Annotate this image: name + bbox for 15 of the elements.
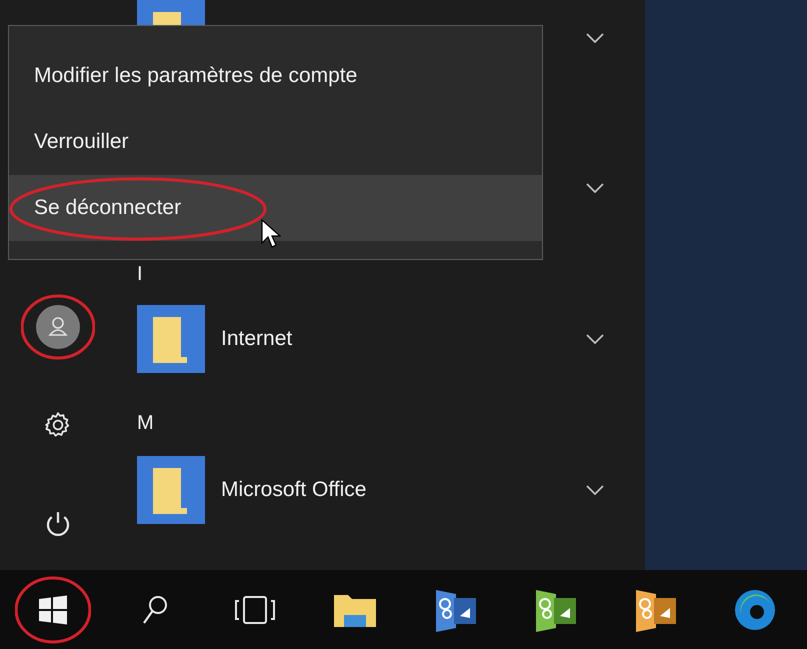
windows-start-icon[interactable]: [38, 594, 68, 624]
app-name[interactable]: Microsoft Office: [221, 474, 586, 506]
section-letter[interactable]: M: [137, 412, 154, 434]
section-letter[interactable]: I: [137, 263, 143, 285]
browser-icon[interactable]: [733, 588, 777, 632]
folder-tile-icon: [137, 0, 205, 25]
user-avatar-icon[interactable]: [36, 305, 80, 349]
mouse-cursor-icon: [261, 219, 281, 249]
chevron-down-icon[interactable]: [586, 183, 604, 193]
app-name[interactable]: Internet: [221, 323, 586, 355]
chevron-down-icon[interactable]: [586, 334, 604, 344]
chevron-down-icon[interactable]: [586, 485, 604, 495]
folder-tile-icon: [137, 305, 205, 373]
chevron-down-icon[interactable]: [586, 33, 604, 43]
folder-tile-icon: [137, 456, 205, 524]
